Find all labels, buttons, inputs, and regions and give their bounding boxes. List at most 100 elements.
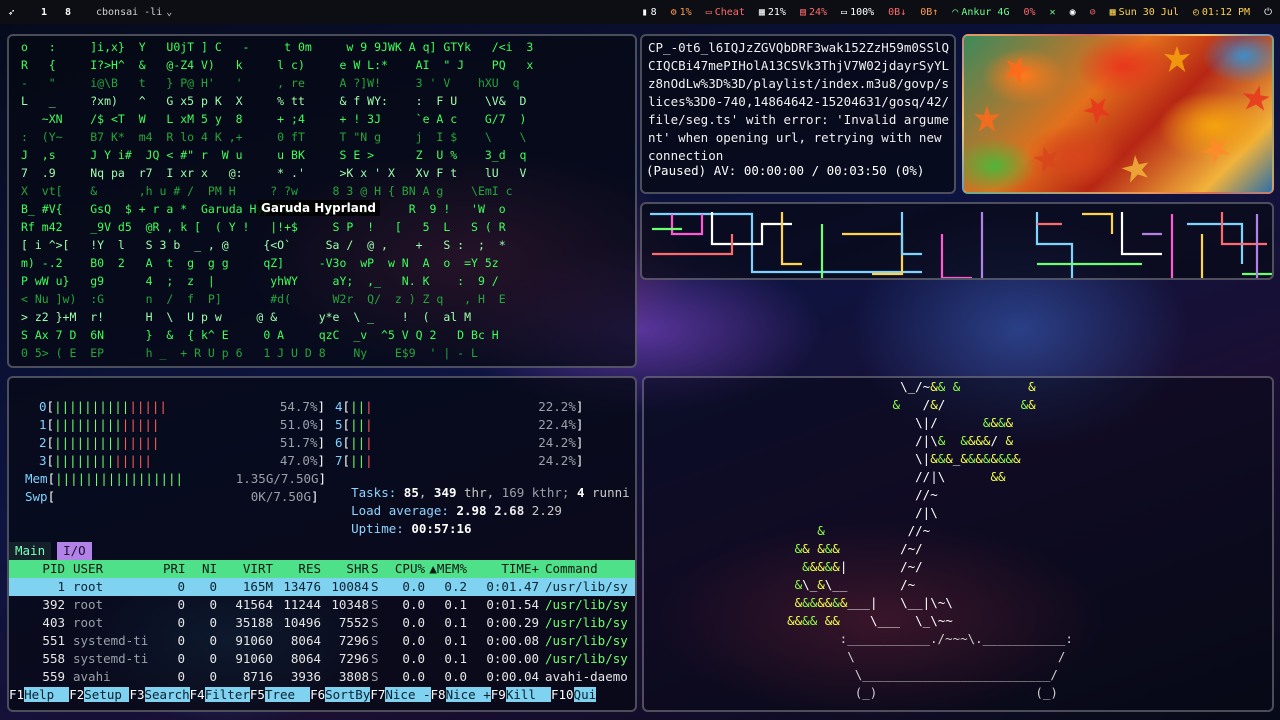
cell-user: root (73, 596, 163, 614)
column-header[interactable]: S (371, 560, 381, 578)
cell-s: S (371, 650, 381, 668)
topbar-widget[interactable]: ◠ Ankur 4G (952, 7, 1009, 18)
topbar-widget[interactable]: ▮ 8 (642, 7, 657, 18)
column-header[interactable]: NI (195, 560, 217, 578)
table-row[interactable]: 551 systemd-ti 0 0 91060 8064 7296 S 0.0 0.1 0:00.… (9, 632, 635, 650)
garuda-logo-icon[interactable]: ➶ (8, 6, 32, 19)
chevron-down-icon[interactable]: ⌄ (166, 7, 172, 18)
calendar-icon: ▦ (1110, 7, 1116, 18)
cell-ni: 0 (195, 650, 217, 668)
fkey-label: Filter (205, 687, 250, 702)
cell-mem: 0.1 (429, 632, 467, 650)
column-header[interactable]: ▲MEM% (429, 560, 467, 578)
topbar-widget[interactable]: 0B↑ (920, 7, 938, 18)
fkey-f2[interactable]: F2Setup (69, 686, 129, 704)
table-row[interactable]: 392 root 0 0 41564 11244 10348 S 0.0 0.1 0:01.54/u… (9, 596, 635, 614)
topbar-widget[interactable]: ◉ (1070, 7, 1076, 18)
cpu-percent: 54.7% (280, 399, 318, 414)
fkey-f3[interactable]: F3Search (129, 686, 189, 704)
fkey-f5[interactable]: F5Tree (250, 686, 310, 704)
workspace-8[interactable]: 8 (56, 7, 80, 18)
cpu-meter: 0[||||||||||||||| 54.7%] (39, 398, 325, 416)
cell-virt: 8716 (221, 668, 273, 686)
bonsai-line: /|\& &&&&/ & (644, 432, 1274, 450)
cpu-id: 5 (335, 417, 343, 432)
tab-main[interactable]: Main (9, 542, 51, 560)
topbar-widget[interactable]: ⊘ (1090, 7, 1096, 18)
topbar-widget[interactable]: 0B↓ (888, 7, 906, 18)
topbar-widget[interactable]: ▭ 100% (841, 7, 874, 18)
table-header[interactable]: PID USER PRI NI VIRT RES SHR S CPU% ▲MEM% TIME+ Com… (9, 560, 635, 578)
cbonsai-window[interactable]: \_/~&& & & & /&/ && \|/ &&&& /|\& &&&&/ … (642, 376, 1274, 712)
topbar-widget[interactable]: ◴ 01:12 PM (1193, 7, 1250, 18)
cell-time: 0:00.04 (471, 668, 539, 686)
column-header[interactable]: VIRT (221, 560, 273, 578)
topbar-widget[interactable]: ▦ 21% (759, 7, 786, 18)
table-row[interactable]: 1 root 0 0 165M 13476 10084 S 0.0 0.2 0:01.47/usr/… (9, 578, 635, 596)
disk-icon: ▤ (800, 7, 806, 18)
top-bar-left: ➶ 1 8 cbonsai -li ⌄ (0, 6, 172, 19)
table-row[interactable]: 558 systemd-ti 0 0 91060 8064 7296 S 0.0 0.1 0:00.… (9, 650, 635, 668)
topbar-widget[interactable]: ⏻ (1264, 7, 1272, 18)
function-key-bar: F1Help F2Setup F3Search F4Filter F5Tree F6… (9, 686, 637, 704)
htop-window[interactable]: 0[||||||||||||||| 54.7%] 1[||||||||||||||… (7, 376, 637, 712)
topbar-widget-value: 0B↓ (888, 7, 906, 18)
topbar-widget[interactable]: ▭ Cheat (706, 7, 745, 18)
cpu-bar-pad (167, 399, 280, 414)
cell-res: 11244 (277, 596, 321, 614)
fkey-label: SortBy (325, 687, 370, 702)
pipes-terminal-window[interactable] (640, 202, 1274, 280)
topbar-widget[interactable]: ⚙ 1% (671, 7, 692, 18)
workspace-1[interactable]: 1 (32, 7, 56, 18)
cpu-id: 0 (39, 399, 47, 414)
cell-time: 0:00.00 (471, 650, 539, 668)
cpu-bar-user: |||||||| (54, 453, 114, 468)
fkey-f8[interactable]: F8Nice + (431, 686, 491, 704)
topbar-widget-value: Sun 30 Jul (1119, 7, 1179, 18)
cpu-meter: 6[||| 24.2%] (335, 434, 583, 452)
column-header[interactable]: Command (545, 560, 635, 578)
cell-cpu: 0.0 (383, 632, 425, 650)
cell-pri: 0 (163, 596, 185, 614)
fkey-f6[interactable]: F6SortBy (310, 686, 370, 704)
cpu-bar-kernel: | (365, 417, 373, 432)
matrix-row: : (Y~ B7 K* m4 R lo 4 K ,+ 0 fT T "N g j… (21, 128, 631, 146)
fkey-f9[interactable]: F9Kill (491, 686, 551, 704)
cell-time: 0:01.47 (471, 578, 539, 596)
topbar-widget[interactable]: 0% (1023, 7, 1035, 18)
topbar-widget[interactable]: ✕ (1050, 7, 1056, 18)
fkey-label: Kill (506, 687, 551, 702)
fkey-f10[interactable]: F10Qui (551, 686, 596, 704)
column-header[interactable]: TIME+ (471, 560, 539, 578)
cell-cpu: 0.0 (383, 596, 425, 614)
mpv-terminal-window[interactable]: CP_-0t6_l6IQJzZGVQbDRF3wak152ZzH59m0SSlQ… (640, 34, 956, 194)
uptime-label: Uptime: (351, 521, 404, 536)
topbar-widget[interactable]: ▦ Sun 30 Jul (1110, 7, 1179, 18)
cell-user: avahi (73, 668, 163, 686)
fkey-f1[interactable]: F1Help (9, 686, 69, 704)
autumn-leaves-image-window[interactable] (962, 34, 1274, 194)
swap-bar-pad (55, 489, 251, 504)
cell-user: root (73, 614, 163, 632)
column-header[interactable]: CPU% (383, 560, 425, 578)
matrix-terminal-window[interactable]: o : ]i,x} Y U0jT ] C - t 0m w 9 9JWK A q… (7, 34, 637, 368)
table-row[interactable]: 559 avahi 0 0 8716 3936 3808 S 0.0 0.0 0:00.04 avah… (9, 668, 635, 686)
cpu-id: 7 (335, 453, 343, 468)
table-row[interactable]: 403 root 0 0 35188 10496 7552 S 0.0 0.1 0:00.29/us… (9, 614, 635, 632)
tab-io[interactable]: I/O (57, 542, 92, 560)
column-header[interactable]: USER (73, 560, 163, 578)
matrix-row: P wW u} g9 4 ; z | yhWY aY; ,_ N. K : 9 … (21, 272, 631, 290)
cell-ni: 0 (195, 578, 217, 596)
topbar-widget-value: Cheat (715, 7, 745, 18)
cell-time: 0:00.29 (471, 614, 539, 632)
topbar-widget[interactable]: ▤ 24% (800, 7, 827, 18)
cell-cpu: 0.0 (383, 650, 425, 668)
fkey-f7[interactable]: F7Nice - (370, 686, 430, 704)
meter-bracket-open: [ (343, 453, 351, 468)
column-header[interactable]: PID (13, 560, 65, 578)
column-header[interactable]: RES (277, 560, 321, 578)
meter-bracket-open: [ (47, 417, 55, 432)
fkey-f4[interactable]: F4Filter (190, 686, 250, 704)
column-header[interactable]: SHR (325, 560, 369, 578)
column-header[interactable]: PRI (163, 560, 185, 578)
